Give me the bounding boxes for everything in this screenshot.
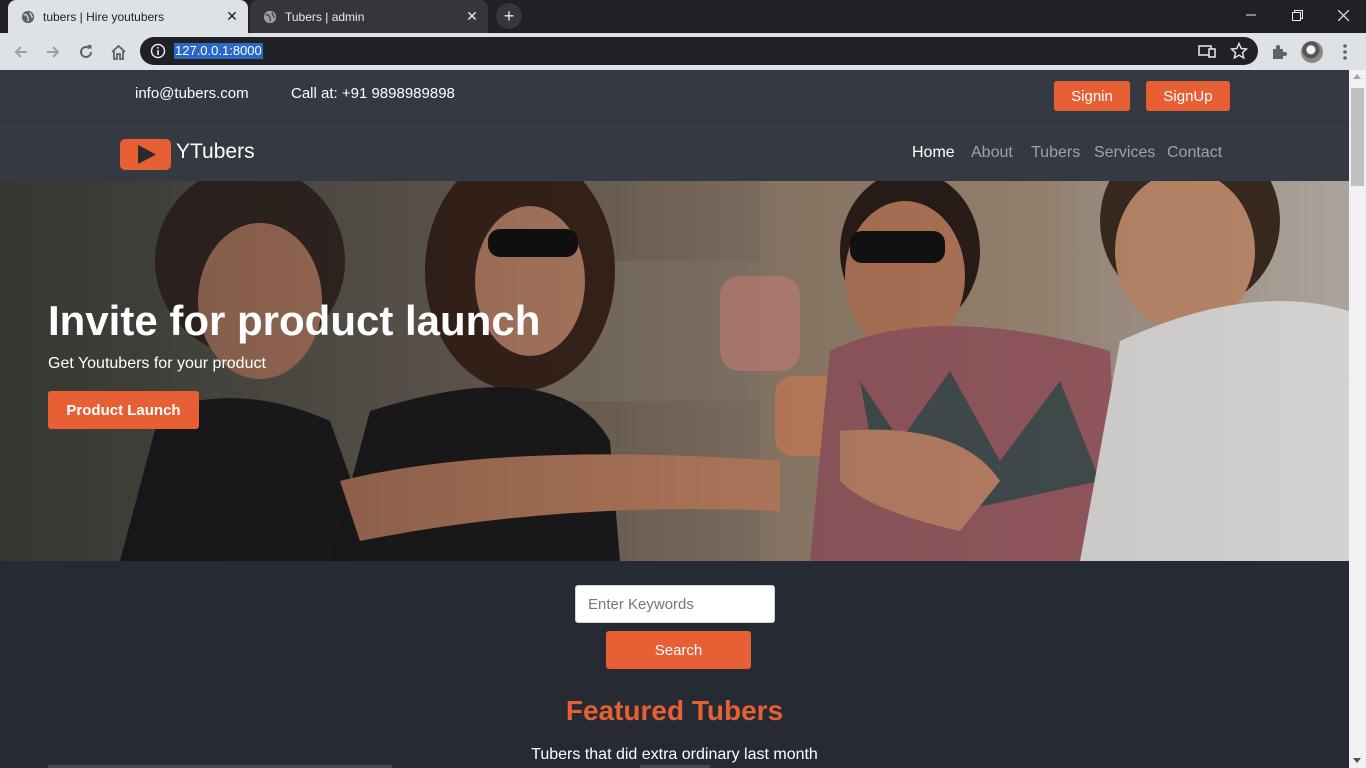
globe-icon xyxy=(263,10,277,23)
menu-icon[interactable] xyxy=(1335,42,1355,62)
plus-icon[interactable]: + xyxy=(496,3,522,29)
extensions-icon[interactable] xyxy=(1270,43,1288,61)
hero-title: Invite for product launch xyxy=(48,297,541,344)
featured-subtitle: Tubers that did extra ordinary last mont… xyxy=(531,746,818,763)
contact-topbar: info@tubers.com Call at: +91 9898989898 … xyxy=(0,70,1349,122)
info-icon[interactable] xyxy=(150,43,166,59)
nav-home[interactable]: Home xyxy=(912,144,955,162)
signup-button[interactable]: SignUp xyxy=(1146,81,1230,111)
featured-title: Featured Tubers xyxy=(565,695,784,726)
tab-hire-youtubers[interactable]: tubers | Hire youtubers ✕ xyxy=(8,0,248,33)
globe-icon xyxy=(21,10,35,23)
restore-icon[interactable] xyxy=(1274,0,1320,30)
back-icon[interactable] xyxy=(8,39,34,65)
search-button[interactable]: Search xyxy=(606,631,751,669)
star-icon[interactable] xyxy=(1230,42,1248,60)
page-scrollbar[interactable] xyxy=(1349,70,1366,768)
cast-icon[interactable] xyxy=(1198,43,1216,59)
contact-email: info@tubers.com xyxy=(135,85,249,102)
browser-tab-strip: tubers | Hire youtubers ✕ Tubers | admin… xyxy=(0,0,1366,33)
youtube-logo-icon[interactable] xyxy=(120,139,171,170)
product-launch-button[interactable]: Product Launch xyxy=(48,391,199,429)
nav-tubers[interactable]: Tubers xyxy=(1031,144,1080,162)
signin-button[interactable]: Signin xyxy=(1054,81,1130,111)
scrollbar-thumb[interactable] xyxy=(1351,88,1364,186)
url-text[interactable]: 127.0.0.1:8000 xyxy=(174,43,263,59)
close-icon[interactable]: ✕ xyxy=(462,7,482,27)
close-icon[interactable]: ✕ xyxy=(222,7,242,27)
tab-title: tubers | Hire youtubers xyxy=(43,9,165,24)
minimize-icon[interactable] xyxy=(1228,0,1274,30)
main-navbar: YTubers Home About Tubers Services Conta… xyxy=(0,122,1349,181)
contact-phone: Call at: +91 9898989898 xyxy=(291,85,455,102)
brand-name[interactable]: YTubers xyxy=(176,140,255,164)
keyword-search-input[interactable] xyxy=(575,585,775,623)
scroll-down-arrow-icon[interactable] xyxy=(1353,758,1361,763)
nav-contact[interactable]: Contact xyxy=(1167,144,1222,162)
nav-services[interactable]: Services xyxy=(1094,144,1155,162)
close-window-icon[interactable] xyxy=(1320,0,1366,30)
tab-admin[interactable]: Tubers | admin ✕ xyxy=(250,0,488,33)
hero-subtitle: Get Youtubers for your product xyxy=(48,355,266,372)
home-icon[interactable] xyxy=(105,39,131,65)
hero-banner: Invite for product launch Get Youtubers … xyxy=(0,181,1349,561)
profile-avatar[interactable] xyxy=(1301,41,1323,63)
browser-toolbar: 127.0.0.1:8000 xyxy=(0,33,1366,70)
forward-icon[interactable] xyxy=(40,39,66,65)
page-viewport: info@tubers.com Call at: +91 9898989898 … xyxy=(0,70,1349,768)
nav-about[interactable]: About xyxy=(971,144,1013,162)
address-bar[interactable]: 127.0.0.1:8000 xyxy=(140,37,1258,65)
tab-title: Tubers | admin xyxy=(285,9,365,24)
scroll-up-arrow-icon[interactable] xyxy=(1353,74,1361,79)
reload-icon[interactable] xyxy=(73,39,99,65)
